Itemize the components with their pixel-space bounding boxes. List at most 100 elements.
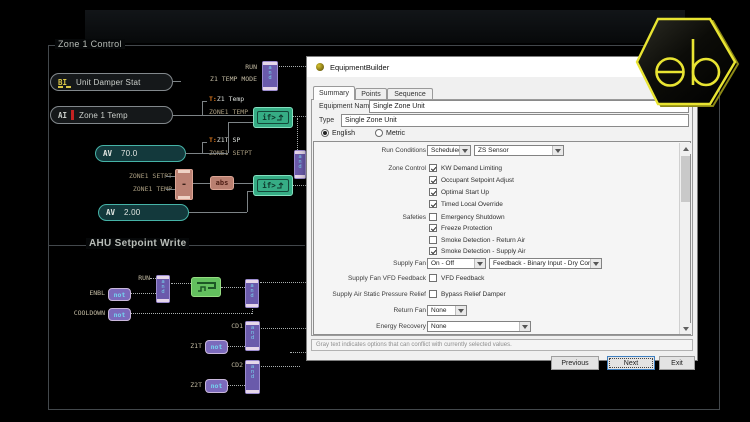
supply-fan-vfd-feedback-label: Supply Fan VFD Feedback [314, 275, 426, 282]
supply-fan-feedback-dropdown[interactable]: Feedback - Binary Input - Dry Contact [489, 258, 602, 269]
zs-sensor-dropdown[interactable]: ZS Sensor [474, 145, 564, 156]
checkbox-timed-local-override[interactable]: Timed Local Override [429, 200, 503, 208]
dropdown-value: ZS Sensor [475, 147, 552, 154]
radio-circle [321, 129, 329, 137]
checkbox-box [429, 247, 437, 255]
dotted-wire [260, 282, 306, 283]
top-toolbar-strip [85, 10, 685, 43]
checkbox-bypass-relief-damper[interactable]: Bypass Relief Damper [429, 290, 506, 298]
type-input[interactable]: Single Zone Unit [341, 114, 689, 127]
wire [228, 122, 253, 123]
checkbox-kw-demand-limiting[interactable]: KW Demand Limiting [429, 164, 502, 172]
and-block[interactable]: and [156, 275, 170, 303]
scroll-down-button[interactable] [680, 323, 691, 334]
dropdown-arrow-icon[interactable] [519, 322, 530, 331]
dropdown-arrow-icon[interactable] [459, 146, 470, 155]
av-point-2[interactable]: AV 2.00 [98, 204, 189, 221]
energy-recovery-dropdown[interactable]: None [427, 321, 531, 332]
dropdown-arrow-icon[interactable] [590, 259, 601, 268]
radio-english-label: English [332, 130, 355, 137]
not-block-label: not [114, 311, 126, 319]
dropdown-arrow-icon[interactable] [474, 259, 485, 268]
wire [202, 101, 203, 115]
block-cap [246, 390, 259, 393]
next-button[interactable]: Next [607, 356, 655, 370]
checkbox-optimal-start-up[interactable]: Optimal Start Up [429, 188, 489, 196]
checkbox-occupant-setpoint-adjust[interactable]: Occupant Setpoint Adjust [429, 176, 514, 184]
port-zone1-temp-b: ZONE1 TEMP [120, 185, 172, 193]
checkbox-label: Freeze Protection [441, 225, 492, 232]
scrollbar-thumb[interactable] [681, 156, 690, 202]
not-block[interactable]: not [108, 308, 131, 321]
and-block[interactable]: and [262, 61, 278, 91]
port-t-z1t-sp: T:Z1T SP [209, 136, 240, 144]
abs-block[interactable]: abs [210, 176, 234, 190]
not-block[interactable]: not [108, 288, 131, 301]
checkbox-freeze-protection[interactable]: Freeze Protection [429, 224, 492, 232]
latch-block[interactable] [191, 277, 221, 297]
tab-summary[interactable]: Summary [313, 86, 355, 100]
port-cd2: CD2 [220, 361, 243, 369]
not-block[interactable]: not [205, 340, 228, 354]
ai-status-bar [71, 110, 74, 120]
dropdown-arrow-icon[interactable] [552, 146, 563, 155]
not-block[interactable]: not [205, 379, 228, 393]
scroll-up-button[interactable] [680, 143, 691, 154]
dotted-wire [293, 185, 306, 186]
radio-english[interactable]: English [321, 129, 355, 137]
and-block[interactable]: and [245, 360, 260, 394]
exit-button[interactable]: Exit [659, 356, 695, 370]
av2-value: 2.00 [124, 208, 140, 217]
checkbox-box [429, 200, 437, 208]
checkbox-smoke-detection-supply-air[interactable]: Smoke Detection - Supply Air [429, 247, 526, 255]
run-conditions-dropdown[interactable]: Scheduled [427, 145, 471, 156]
if-greater-block[interactable]: if> [253, 175, 293, 196]
and-block-partially-hidden[interactable]: and [294, 150, 306, 179]
not-block-label: not [211, 382, 223, 390]
av1-tag: AV [103, 149, 112, 158]
wire [172, 115, 253, 116]
not-block-label: not [211, 343, 223, 351]
checkbox-box [429, 224, 437, 232]
type-label: Type [319, 117, 334, 124]
and-block[interactable]: and [245, 321, 260, 351]
block-cap [263, 87, 277, 90]
wire [247, 191, 248, 212]
checkbox-smoke-detection-return-air[interactable]: Smoke Detection - Return Air [429, 236, 525, 244]
dotted-wire [279, 66, 306, 67]
bi-status-dashes [58, 86, 72, 88]
checkbox-vfd-feedback[interactable]: VFD Feedback [429, 274, 484, 282]
ai-point-zone1-temp[interactable]: AI Zone 1 Temp [50, 106, 173, 124]
if-block-label: if> [262, 181, 276, 190]
if-greater-block[interactable]: if> [253, 107, 293, 128]
dropdown-value: Scheduled [428, 147, 459, 154]
and-block-label: and [249, 283, 255, 304]
dropdown-arrow-icon[interactable] [455, 306, 466, 315]
port-run-ahu: RUN [120, 274, 150, 282]
and-block-label: and [250, 325, 256, 347]
dropdown-value: None [428, 307, 455, 314]
checkbox-box [429, 176, 437, 184]
av-point-70[interactable]: AV 70.0 [95, 145, 186, 162]
checkbox-emergency-shutdown[interactable]: Emergency Shutdown [429, 213, 505, 221]
options-scroll-panel: Run Conditions Scheduled ZS Sensor Zone … [313, 141, 691, 335]
checkbox-label: KW Demand Limiting [441, 165, 502, 172]
checkbox-label: VFD Feedback [441, 275, 484, 282]
ai-label: Zone 1 Temp [79, 111, 128, 120]
checkbox-box [429, 236, 437, 244]
vertical-scrollbar[interactable] [679, 143, 690, 334]
previous-button[interactable]: Previous [551, 356, 599, 370]
not-block-label: not [114, 291, 126, 299]
wiresheet-canvas: Zone 1 Control AHU Setpoint Write BI Uni… [0, 0, 750, 422]
wire [228, 122, 229, 153]
ai-tag: AI [58, 111, 67, 120]
return-fan-dropdown[interactable]: None [427, 305, 467, 316]
supply-fan-dropdown[interactable]: On - Off [427, 258, 486, 269]
checkbox-box [429, 164, 437, 172]
and-block[interactable]: and [245, 279, 259, 308]
eb-logo [630, 12, 742, 110]
subtract-block[interactable]: - [175, 169, 193, 200]
zone-control-label: Zone Control [314, 165, 426, 172]
radio-metric[interactable]: Metric [375, 129, 405, 137]
bi-point-unit-damper-stat[interactable]: BI Unit Damper Stat [50, 73, 173, 91]
